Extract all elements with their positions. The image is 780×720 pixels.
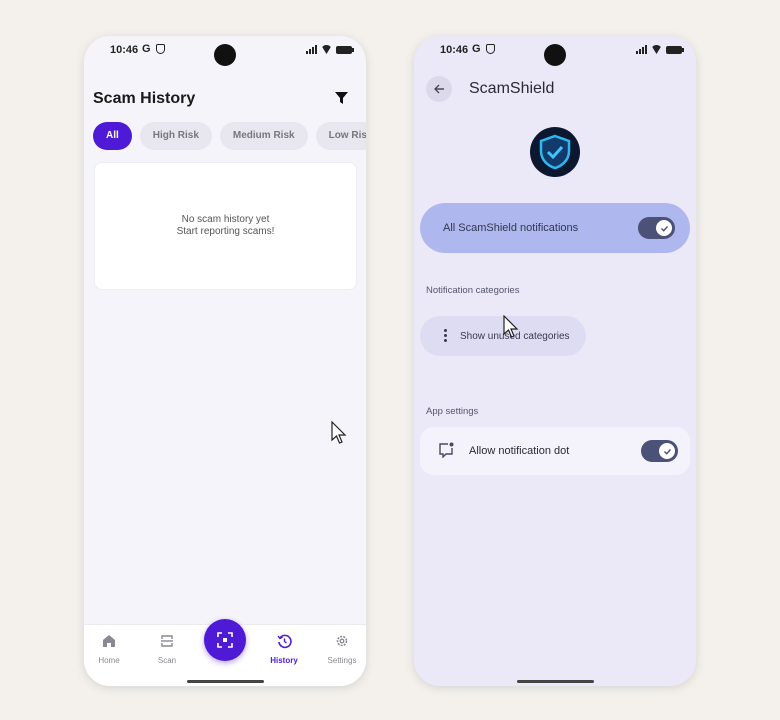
status-indicators: [636, 45, 684, 54]
google-icon: G: [472, 43, 481, 55]
wifi-icon: [651, 45, 662, 54]
shield-check-icon: [539, 134, 571, 170]
check-icon: [660, 225, 668, 232]
all-notifications-switch[interactable]: [638, 217, 675, 239]
page-title: Scam History: [93, 90, 196, 107]
gesture-bar[interactable]: [517, 680, 594, 683]
check-icon: [663, 448, 671, 455]
chip-all[interactable]: All: [93, 122, 132, 150]
bottom-navigation: Home Scan History Settings: [84, 619, 366, 686]
nav-home-label: Home: [98, 656, 120, 665]
notification-categories-header: Notification categories: [426, 285, 520, 296]
app-title: ScamShield: [469, 80, 555, 97]
gesture-bar[interactable]: [187, 680, 264, 683]
signal-icon: [636, 45, 647, 54]
nav-settings[interactable]: Settings: [317, 633, 366, 665]
notification-dot-icon: [439, 442, 454, 458]
nav-home[interactable]: Home: [84, 633, 134, 665]
notification-settings-screen: 10:46 G ScamShield All ScamShield notifi…: [414, 36, 696, 686]
mouse-pointer-icon: [331, 421, 347, 444]
nav-settings-label: Settings: [327, 656, 357, 665]
empty-state-title: No scam history yet: [181, 214, 270, 225]
google-icon: G: [142, 43, 151, 55]
notification-dot-switch[interactable]: [641, 440, 678, 462]
front-camera: [544, 44, 566, 66]
qr-scan-icon: [217, 632, 233, 648]
empty-state-subtitle: Start reporting scams!: [176, 226, 275, 237]
app-settings-header: App settings: [426, 406, 479, 417]
all-notifications-label: All ScamShield notifications: [443, 222, 579, 234]
battery-icon: [666, 45, 684, 54]
vpn-shield-icon: [486, 44, 495, 54]
arrow-left-icon: [434, 84, 444, 94]
status-indicators: [306, 45, 354, 54]
battery-icon: [336, 45, 354, 54]
notification-dot-row[interactable]: Allow notification dot: [420, 427, 690, 475]
more-vert-icon: [444, 329, 447, 344]
chip-high-risk[interactable]: High Risk: [139, 122, 212, 150]
gear-icon: [336, 635, 348, 647]
status-time: 10:46: [440, 44, 469, 56]
vpn-shield-icon: [156, 44, 165, 54]
all-notifications-row[interactable]: All ScamShield notifications: [420, 203, 690, 253]
front-camera: [214, 44, 236, 66]
wifi-icon: [321, 45, 332, 54]
filter-icon[interactable]: [335, 92, 348, 105]
nav-history[interactable]: History: [259, 633, 309, 665]
nav-scan[interactable]: Scan: [142, 633, 192, 665]
nav-scan-label: Scan: [157, 656, 177, 665]
notification-dot-label: Allow notification dot: [469, 445, 570, 457]
signal-icon: [306, 45, 317, 54]
status-time: 10:46: [110, 44, 139, 56]
scan-fab-button[interactable]: [204, 619, 246, 661]
status-bar: 10:46 G: [414, 36, 696, 66]
home-icon: [103, 635, 115, 647]
back-button[interactable]: [426, 76, 452, 102]
chip-low-risk[interactable]: Low Ris: [315, 122, 366, 150]
scam-history-screen: 10:46 G Scam History All High Risk Mediu…: [84, 36, 366, 686]
risk-filter-chips: All High Risk Medium Risk Low Ris: [93, 122, 366, 150]
history-icon: [276, 634, 292, 648]
scan-icon: [161, 635, 173, 647]
chip-medium-risk[interactable]: Medium Risk: [219, 122, 308, 150]
status-bar: 10:46 G: [84, 36, 366, 66]
empty-history-card: No scam history yet Start reporting scam…: [94, 162, 357, 290]
mouse-pointer-icon: [503, 315, 519, 338]
nav-history-label: History: [270, 656, 298, 665]
scamshield-logo: [530, 127, 580, 177]
